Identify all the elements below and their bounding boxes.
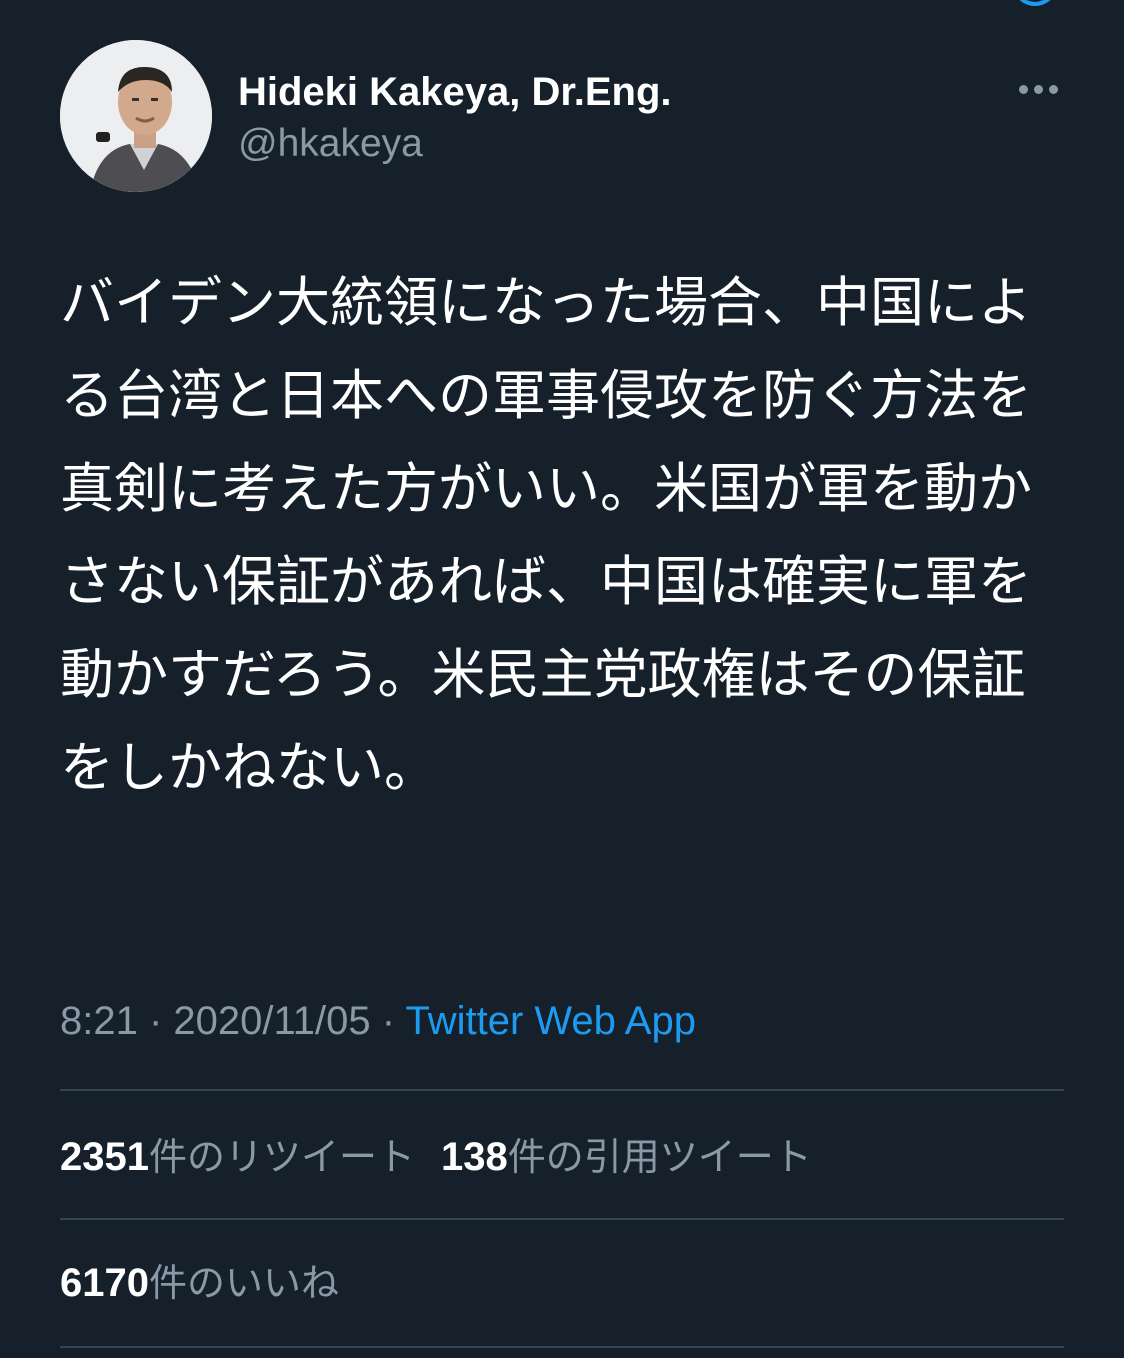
tweet-time[interactable]: 8:21: [60, 999, 138, 1043]
tweet-source-link[interactable]: Twitter Web App: [405, 999, 696, 1043]
author-avatar[interactable]: [60, 40, 212, 192]
divider: [60, 1218, 1064, 1220]
quote-tweets-label: 件の引用ツイート: [507, 1135, 812, 1179]
quote-tweets-link[interactable]: 138件の引用ツイート: [441, 1135, 812, 1179]
top-edge-icon: [1012, 0, 1058, 6]
likes-stats-row: 6170件のいいね: [60, 1258, 339, 1308]
likes-label: 件のいいね: [148, 1261, 339, 1305]
tweet-body-text: バイデン大統領になった場合、中国による台湾と日本への軍事侵攻を防ぐ方法を真剣に考…: [60, 271, 1032, 799]
divider: [60, 1089, 1064, 1091]
more-horizontal-icon-dot: [1033, 84, 1043, 94]
more-horizontal-icon-dot: [1048, 84, 1058, 94]
retweet-stats-row: 2351件のリツイート 138件の引用ツイート: [60, 1132, 812, 1182]
meta-separator: ·: [370, 999, 406, 1043]
retweets-label: 件のリツイート: [148, 1135, 415, 1179]
author-display-name[interactable]: Hideki Kakeya, Dr.Eng.: [238, 68, 672, 116]
avatar-photo: [60, 40, 212, 192]
retweets-link[interactable]: 2351件のリツイート: [60, 1135, 415, 1179]
likes-count: 6170: [60, 1261, 149, 1305]
tweet-meta: 8:21 · 2020/11/05 · Twitter Web App: [60, 996, 696, 1046]
retweets-count: 2351: [60, 1135, 149, 1179]
divider: [60, 1346, 1064, 1348]
meta-separator: ·: [137, 999, 174, 1043]
quote-tweets-count: 138: [441, 1135, 508, 1179]
tweet-date[interactable]: 2020/11/05: [173, 999, 370, 1043]
likes-link[interactable]: 6170件のいいね: [60, 1261, 339, 1305]
more-horizontal-icon: [1018, 84, 1028, 94]
author-handle[interactable]: @hkakeya: [238, 120, 423, 168]
more-options-button[interactable]: [1008, 72, 1068, 106]
